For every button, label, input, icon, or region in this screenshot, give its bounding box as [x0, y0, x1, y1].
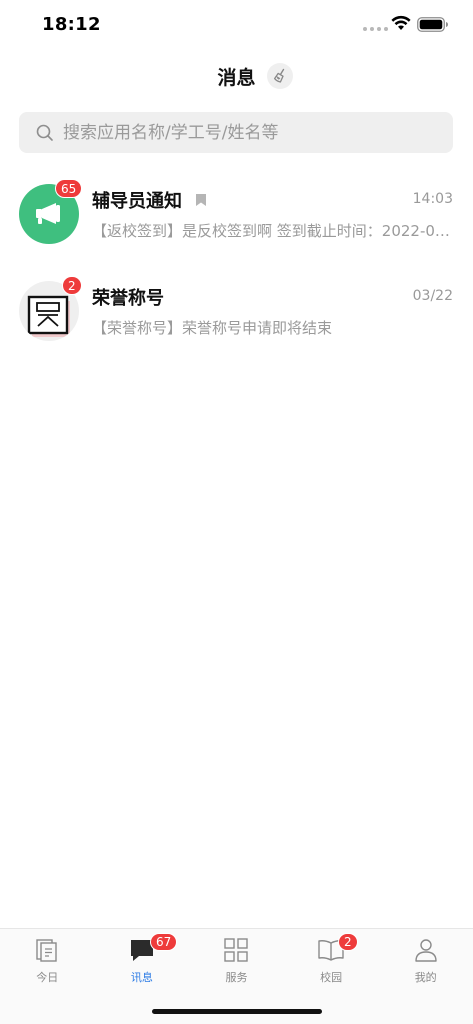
tab-label: 讯息: [130, 971, 153, 984]
tab-today[interactable]: 今日: [0, 929, 95, 989]
megaphone-icon: [36, 203, 60, 224]
search-icon: [36, 124, 53, 141]
grid-icon: [224, 938, 249, 962]
today-icon: [36, 939, 57, 962]
search-input[interactable]: [63, 112, 443, 153]
tab-label: 今日: [36, 971, 59, 984]
screen: 18:12 消息 搜索应用名称/学工号/姓名等 65 辅导员通知 14:03 【…: [0, 0, 473, 1024]
home-indicator: [152, 1009, 322, 1014]
unread-badge: 65: [55, 179, 83, 198]
tab-badge: 67: [150, 933, 178, 951]
person-icon: [414, 939, 437, 962]
bookmark-icon: [196, 194, 206, 206]
message-title: 辅导员通知: [92, 191, 182, 212]
battery-icon: [417, 17, 448, 32]
signal-dots-icon: [363, 27, 388, 31]
tab-label: 我的: [414, 971, 437, 984]
message-preview: 【荣誉称号】荣誉称号申请即将结束: [92, 319, 333, 337]
status-bar: 18:12: [0, 0, 473, 52]
header: 消息: [0, 58, 473, 94]
list-item[interactable]: 2 荣誉称号 03/22 【荣誉称号】荣誉称号申请即将结束: [0, 267, 473, 364]
search-bar: [19, 112, 453, 153]
message-preview: 【返校签到】是反校签到啊 签到截止时间：2022-04-01: [92, 222, 454, 240]
list-item[interactable]: 65 辅导员通知 14:03 【返校签到】是反校签到啊 签到截止时间：2022-…: [0, 170, 473, 267]
tab-label: 校园: [320, 971, 343, 984]
message-time: 03/22: [412, 288, 453, 304]
broom-icon: [273, 68, 285, 83]
tab-badge: 2: [338, 933, 358, 951]
tab-label: 服务: [225, 971, 248, 984]
status-time: 18:12: [42, 14, 101, 35]
tab-services[interactable]: 服务: [189, 929, 284, 989]
message-list: 65 辅导员通知 14:03 【返校签到】是反校签到啊 签到截止时间：2022-…: [0, 170, 473, 364]
clear-unread-button[interactable]: [267, 63, 293, 89]
unread-badge: 2: [62, 276, 82, 295]
message-title: 荣誉称号: [92, 288, 164, 309]
page-title: 消息: [217, 67, 256, 89]
tab-campus[interactable]: 校园: [284, 929, 379, 989]
wifi-icon: [391, 15, 411, 30]
message-time: 14:03: [412, 191, 453, 207]
tab-profile[interactable]: 我的: [378, 929, 473, 989]
